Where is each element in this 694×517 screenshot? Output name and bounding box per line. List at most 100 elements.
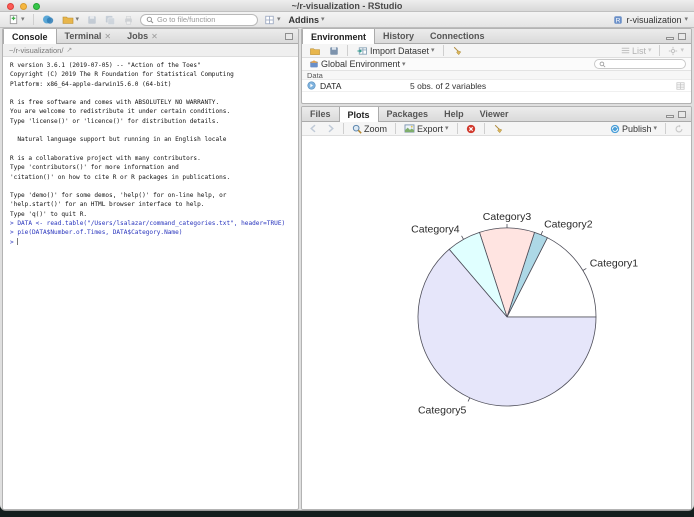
save-all-icon (105, 15, 115, 25)
project-menu[interactable]: R r-visualization ▾ (613, 15, 688, 25)
tab-label: Files (310, 109, 331, 119)
tab-label: Plots (347, 109, 370, 120)
tab-label: Console (12, 31, 48, 42)
pie-label-tick (582, 268, 587, 271)
save-all-button[interactable] (103, 14, 117, 26)
toolbar-separator (347, 45, 348, 56)
toolbar-separator (665, 123, 666, 134)
console-line: Type 'license()' or 'licence()' for dist… (10, 117, 220, 125)
environment-search[interactable] (594, 59, 686, 69)
expand-object-icon[interactable] (307, 81, 316, 90)
maximize-pane-icon[interactable] (285, 32, 293, 40)
export-label: Export (417, 123, 444, 134)
import-dataset-button[interactable]: Import Dataset ▾ (354, 45, 437, 57)
save-icon (87, 15, 97, 25)
save-button[interactable] (85, 14, 99, 26)
r-project-icon: R (613, 15, 623, 25)
external-link-icon[interactable]: ↗ (66, 46, 72, 54)
print-icon (123, 15, 134, 25)
chevron-down-icon: ▾ (445, 125, 449, 132)
environment-scope-selector[interactable]: Global Environment ▾ (307, 58, 408, 70)
console-line: R is free software and comes with ABSOLU… (10, 99, 220, 107)
zoom-plot-button[interactable]: Zoom (350, 123, 389, 135)
import-table-icon (356, 46, 368, 56)
tab-help[interactable]: Help (436, 107, 472, 121)
console-line: Copyright (C) 2019 The R Foundation for … (10, 71, 234, 79)
minimize-pane-icon[interactable] (666, 36, 674, 40)
environment-search-input[interactable] (608, 60, 681, 68)
console-line: Natural language support but running in … (10, 136, 227, 144)
environment-scope-row: Global Environment ▾ (302, 58, 691, 71)
magnifier-icon (352, 124, 362, 134)
close-icon[interactable]: ✕ (151, 32, 158, 41)
tab-label: Terminal (64, 31, 102, 41)
chevron-down-icon: ▾ (647, 47, 652, 54)
console-line: Platform: x86_64-apple-darwin15.6.0 (64-… (10, 80, 172, 88)
tab-environment[interactable]: Environment (302, 29, 376, 44)
open-file-button[interactable]: ▾ (60, 13, 82, 26)
environment-object-row[interactable]: DATA 5 obs. of 2 variables (302, 80, 691, 92)
main-toolbar: ▾ ▾ Go to file/function ▾ Addins ▾ R r-v… (0, 12, 694, 28)
pie-label: Category4 (411, 223, 460, 235)
tab-plots[interactable]: Plots (338, 107, 379, 122)
maximize-pane-icon[interactable] (678, 110, 686, 118)
tab-terminal[interactable]: Terminal ✕ (57, 29, 120, 43)
text-cursor (17, 237, 19, 245)
tab-viewer[interactable]: Viewer (472, 107, 517, 121)
new-file-icon (8, 14, 19, 25)
list-label: List (631, 45, 646, 56)
previous-plot-button[interactable] (307, 123, 320, 134)
minimize-pane-icon[interactable] (666, 114, 674, 118)
clear-plots-button[interactable] (491, 123, 506, 135)
view-table-icon[interactable] (676, 82, 685, 90)
goto-file-search[interactable] (140, 13, 259, 26)
project-cube-icon (42, 14, 54, 25)
chevron-down-icon: ▾ (653, 125, 657, 132)
tab-console[interactable]: Console (3, 29, 57, 44)
environment-settings-button[interactable]: ▾ (666, 45, 686, 57)
toolbar-separator (442, 45, 444, 56)
toolbar-separator (456, 123, 458, 134)
tab-files[interactable]: Files (302, 107, 339, 121)
object-summary: 5 obs. of 2 variables (410, 80, 487, 91)
pie-label-tick (467, 397, 471, 402)
addins-menu[interactable]: Addins ▾ (287, 14, 327, 26)
tab-packages[interactable]: Packages (379, 107, 437, 121)
addins-label: Addins (288, 14, 320, 25)
console-line: Type 'q()' to quit R. (10, 210, 88, 218)
pie-chart: Category1 Category2 Category3 Category4 Cate… (411, 211, 638, 417)
tab-connections[interactable]: Connections (422, 29, 493, 43)
new-project-button[interactable] (40, 13, 56, 26)
chevron-down-icon: ▾ (321, 16, 325, 23)
print-button[interactable] (121, 14, 136, 26)
tab-history[interactable]: History (375, 29, 422, 43)
console-output[interactable]: R version 3.6.1 (2019-07-05) -- "Action … (3, 57, 298, 509)
goto-file-input[interactable] (157, 15, 253, 24)
close-icon[interactable]: ✕ (104, 32, 111, 41)
toolbar-separator (659, 45, 661, 56)
maximize-pane-icon[interactable] (678, 32, 686, 40)
remove-plot-button[interactable] (464, 123, 478, 135)
list-view-button[interactable]: List ▾ (619, 45, 654, 57)
tab-jobs[interactable]: Jobs ✕ (119, 29, 166, 43)
next-plot-button[interactable] (324, 123, 337, 134)
load-workspace-button[interactable] (307, 45, 323, 57)
toolbar-separator (32, 14, 34, 25)
image-icon (404, 124, 415, 133)
export-plot-button[interactable]: Export ▾ (402, 123, 451, 135)
desktop-edge (0, 511, 694, 517)
console-line: > pie(DATA$Number.of.Times, DATA$Categor… (10, 229, 183, 237)
working-directory: ~/r-visualization/ (9, 45, 64, 55)
publish-icon (610, 124, 620, 134)
pie-label: Category5 (418, 405, 467, 417)
refresh-plot-button[interactable] (672, 123, 686, 135)
new-file-button[interactable]: ▾ (6, 13, 27, 26)
save-workspace-button[interactable] (327, 45, 341, 57)
console-pane: Console Terminal ✕ Jobs ✕ ~/r-visualizat… (2, 28, 299, 510)
panes-layout-button[interactable]: ▾ (262, 14, 283, 26)
toolbar-separator (395, 123, 397, 134)
toolbar-separator (483, 123, 485, 134)
clear-environment-button[interactable] (450, 45, 465, 57)
publish-button[interactable]: Publish ▾ (608, 123, 659, 135)
